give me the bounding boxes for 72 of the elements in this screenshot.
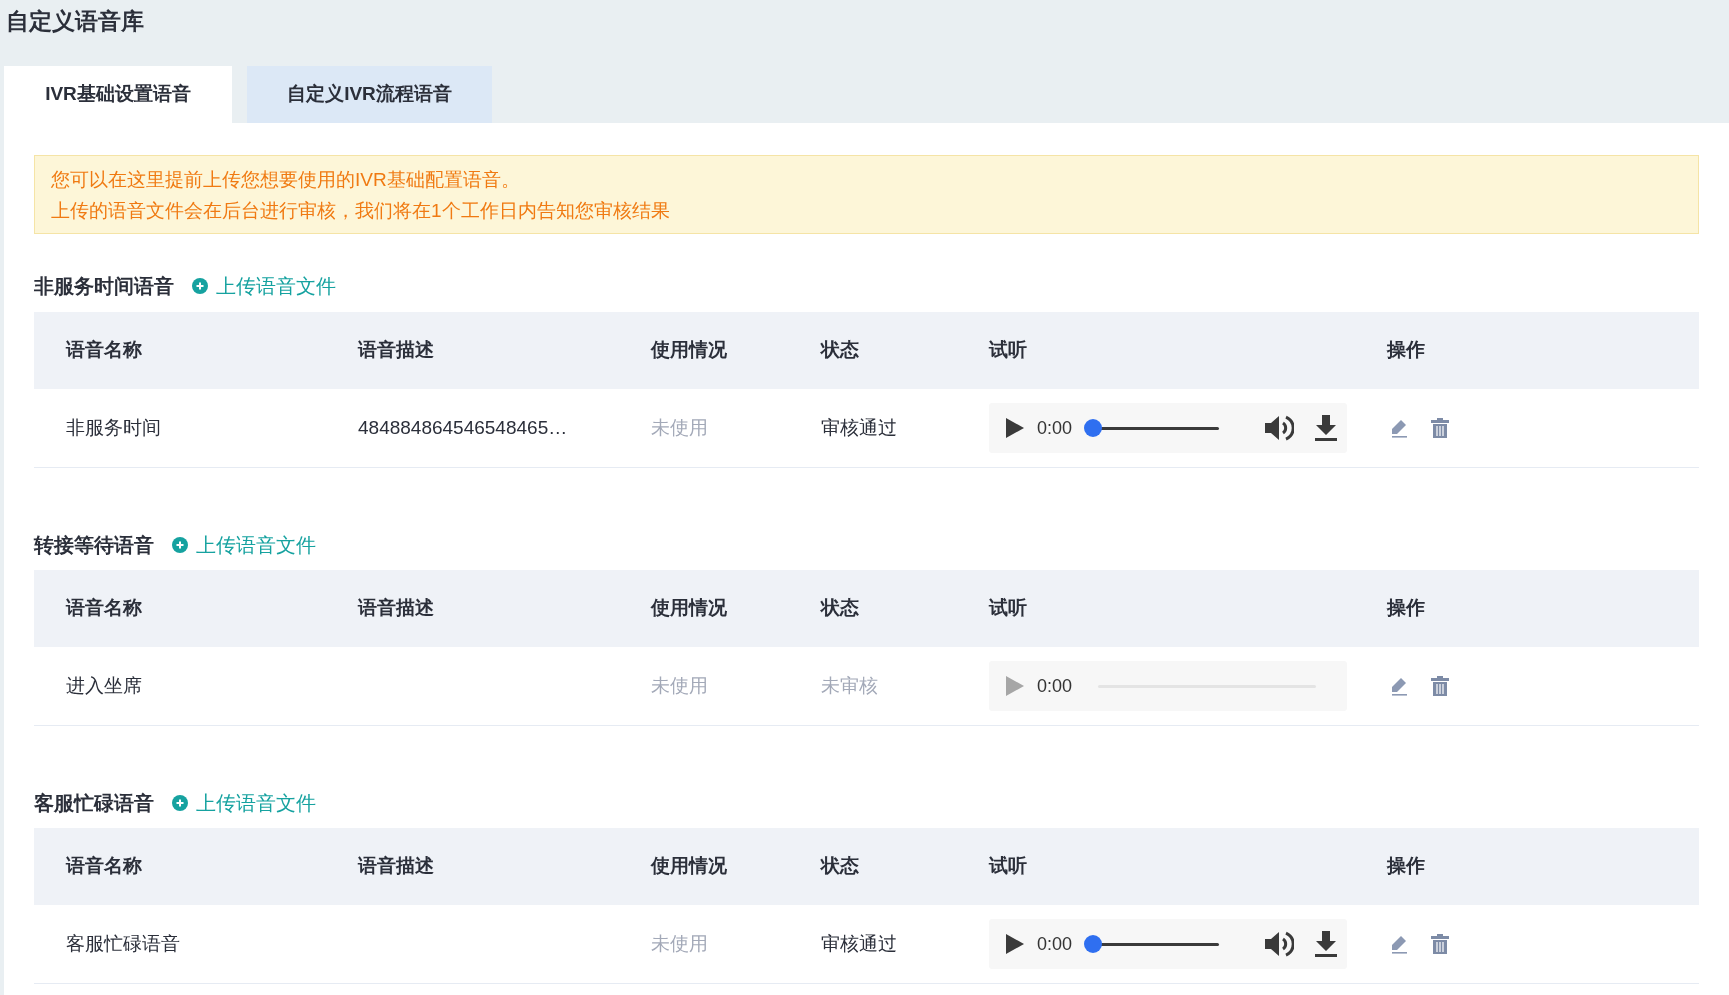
slider-thumb[interactable] [1084,419,1103,437]
speaker-icon [1264,414,1295,442]
table-cell: 非服务时间 [66,416,161,438]
delete-button[interactable] [1431,934,1449,954]
column-header: 试听 [989,597,1027,619]
column-header: 语音名称 [66,855,142,877]
delete-button[interactable] [1431,676,1449,696]
play-icon [1005,417,1025,439]
time-label: 0:00 [1037,674,1073,698]
edit-button[interactable] [1389,934,1409,954]
download-button[interactable] [1314,414,1339,442]
section-title: 转接等待语音 [34,533,154,558]
column-header: 语音名称 [66,597,142,619]
upload-link[interactable]: 上传语音文件 [172,530,316,560]
column-header: 语音描述 [358,339,434,361]
delete-button[interactable] [1431,418,1449,438]
column-header: 使用情况 [651,597,727,619]
table-cell: 未审核 [821,674,878,696]
slider-thumb[interactable] [1084,935,1103,953]
upload-link[interactable]: 上传语音文件 [192,271,336,301]
column-header: 状态 [821,339,859,361]
column-header: 语音名称 [66,339,142,361]
tab[interactable]: 自定义IVR流程语音 [247,66,492,123]
notice-text: 上传的语音文件会在后台进行审核，我们将在1个工作日内告知您审核结果 [51,198,671,223]
column-header: 试听 [989,855,1027,877]
trash-icon [1431,934,1449,954]
download-button[interactable] [1314,930,1339,958]
notice-text: 您可以在这里提前上传您想要使用的IVR基础配置语音。 [51,167,521,192]
table-cell: 未使用 [651,932,708,954]
pencil-icon [1389,676,1409,696]
column-header: 语音描述 [358,597,434,619]
trash-icon [1431,676,1449,696]
table-cell: 未使用 [651,416,708,438]
play-icon [1005,675,1025,697]
table-cell: 未使用 [651,674,708,696]
column-header: 操作 [1387,597,1425,619]
upload-link[interactable]: 上传语音文件 [172,788,316,818]
section-title: 客服忙碌语音 [34,791,154,816]
download-icon [1314,414,1339,442]
plus-circle-icon [172,537,188,553]
column-header: 状态 [821,855,859,877]
table-cell: 客服忙碌语音 [66,932,180,954]
time-label: 0:00 [1037,932,1073,956]
column-header: 使用情况 [651,339,727,361]
volume-button[interactable] [1264,930,1295,958]
column-header: 试听 [989,339,1027,361]
volume-button[interactable] [1264,414,1295,442]
trash-icon [1431,418,1449,438]
column-header: 语音描述 [358,855,434,877]
table-cell: 审核通过 [821,932,897,954]
table-cell: 进入坐席 [66,674,142,696]
column-header: 操作 [1387,339,1425,361]
tab[interactable]: IVR基础设置语音 [4,66,232,123]
column-header: 使用情况 [651,855,727,877]
table-cell: 484884864546548465… [358,416,568,438]
plus-circle-icon [192,278,208,294]
download-icon [1314,930,1339,958]
column-header: 操作 [1387,855,1425,877]
edit-button[interactable] [1389,418,1409,438]
section-title: 非服务时间语音 [34,274,174,299]
pencil-icon [1389,418,1409,438]
play-button[interactable] [1005,933,1025,955]
play-icon [1005,933,1025,955]
speaker-icon [1264,930,1295,958]
column-header: 状态 [821,597,859,619]
pencil-icon [1389,934,1409,954]
plus-circle-icon [172,795,188,811]
page-title: 自定义语音库 [5,7,145,36]
time-label: 0:00 [1037,416,1073,440]
play-button[interactable] [1005,417,1025,439]
edit-button[interactable] [1389,676,1409,696]
table-cell: 审核通过 [821,416,897,438]
